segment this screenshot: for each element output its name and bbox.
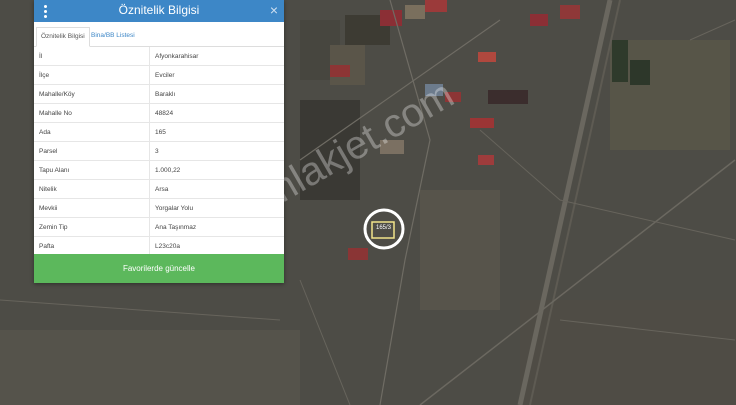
table-row: Mahalle/Köy Baraklı [34, 84, 284, 104]
row-label: Ada [34, 122, 150, 142]
attribute-panel: Öznitelik Bilgisi × Öznitelik Bilgisi Bi… [34, 0, 284, 283]
row-value: 48824 [149, 103, 284, 123]
row-value: Evciler [149, 65, 284, 85]
row-label: Mahalle No [34, 103, 150, 123]
table-row: Nitelik Arsa [34, 179, 284, 199]
row-label: Zemin Tip [34, 217, 150, 237]
row-value: Afyonkarahisar [149, 47, 284, 66]
row-label: İl [34, 47, 150, 66]
parcel-label: 165/3 [376, 225, 392, 231]
row-label: İlçe [34, 65, 150, 85]
row-value: L23c20a [149, 236, 284, 256]
tab-attribute-info[interactable]: Öznitelik Bilgisi [36, 27, 90, 47]
row-value: Arsa [149, 179, 284, 199]
row-label: Mevkii [34, 198, 150, 218]
row-value: 1.000,22 [149, 160, 284, 180]
panel-title: Öznitelik Bilgisi [118, 3, 200, 17]
row-value: 3 [149, 141, 284, 161]
table-row: Parsel 3 [34, 141, 284, 161]
row-label: Tapu Alanı [34, 160, 150, 180]
table-row: Pafta L23c20a [34, 236, 284, 256]
close-icon[interactable]: × [270, 2, 278, 18]
row-label: Parsel [34, 141, 150, 161]
table-row: Mevkii Yorgalar Yolu [34, 198, 284, 218]
table-row: Mahalle No 48824 [34, 103, 284, 123]
table-row: Tapu Alanı 1.000,22 [34, 160, 284, 180]
table-row: İl Afyonkarahisar [34, 47, 284, 66]
row-label: Nitelik [34, 179, 150, 199]
row-value: Baraklı [149, 84, 284, 104]
row-value: 165 [149, 122, 284, 142]
table-row: Zemin Tip Ana Taşınmaz [34, 217, 284, 237]
table-row: İlçe Evciler [34, 65, 284, 85]
tab-building-list[interactable]: Bina/BB Listesi [87, 27, 139, 45]
row-label: Mahalle/Köy [34, 84, 150, 104]
table-row: Ada 165 [34, 122, 284, 142]
panel-header: Öznitelik Bilgisi × [34, 0, 284, 22]
attribute-table: İl Afyonkarahisar İlçe Evciler Mahalle/Köy… [34, 47, 284, 256]
tab-bar: Öznitelik Bilgisi Bina/BB Listesi [34, 22, 284, 47]
row-value: Ana Taşınmaz [149, 217, 284, 237]
row-label: Pafta [34, 236, 150, 256]
update-favorites-button[interactable]: Favorilerde güncelle [34, 254, 284, 283]
row-value: Yorgalar Yolu [149, 198, 284, 218]
